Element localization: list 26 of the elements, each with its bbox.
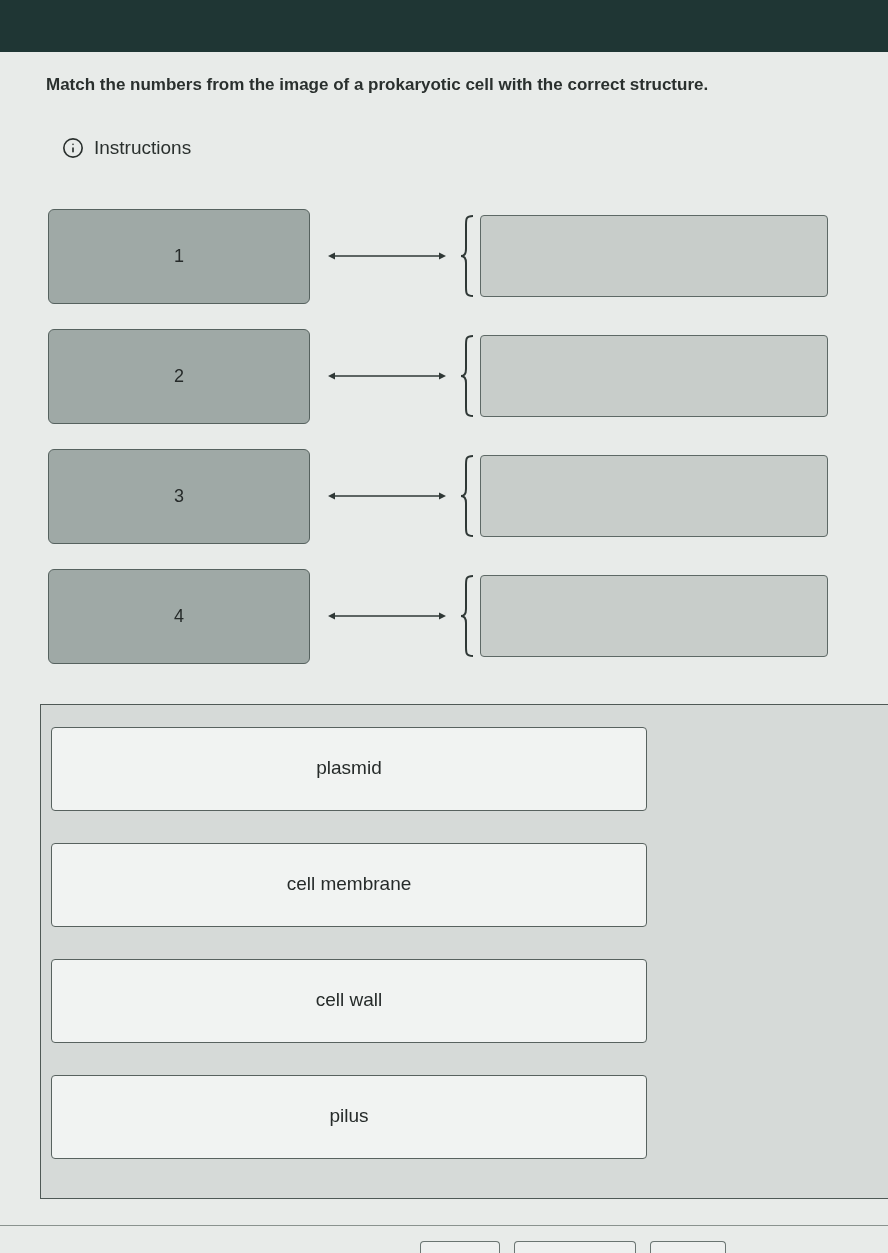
number-tile: 3 <box>48 448 310 544</box>
drop-zone[interactable] <box>480 215 828 297</box>
number-tile: 2 <box>48 328 310 424</box>
brace-icon <box>460 215 474 297</box>
number-tile: 4 <box>48 568 310 664</box>
drop-zone[interactable] <box>480 575 828 657</box>
partial-button[interactable] <box>650 1241 726 1253</box>
double-arrow-icon <box>328 251 446 261</box>
brace-icon <box>460 455 474 537</box>
answer-card[interactable]: plasmid <box>51 726 647 811</box>
partial-button[interactable] <box>420 1241 500 1253</box>
answer-card[interactable]: cell membrane <box>51 842 647 927</box>
double-arrow-icon <box>328 491 446 501</box>
partial-button[interactable] <box>514 1241 636 1253</box>
drop-zone[interactable] <box>480 455 828 537</box>
brace-icon <box>460 335 474 417</box>
brace-icon <box>460 575 474 657</box>
info-icon <box>62 137 84 160</box>
answer-card[interactable]: cell wall <box>51 958 647 1043</box>
drop-zone[interactable] <box>480 335 828 417</box>
double-arrow-icon <box>328 371 446 381</box>
double-arrow-icon <box>328 611 446 621</box>
question-text: Match the numbers from the image of a prokaryotic cell with the correct structure. <box>46 74 709 96</box>
answer-card[interactable]: pilus <box>51 1074 647 1159</box>
instructions-button[interactable]: Instructions <box>62 134 192 163</box>
number-tile: 1 <box>48 208 310 304</box>
